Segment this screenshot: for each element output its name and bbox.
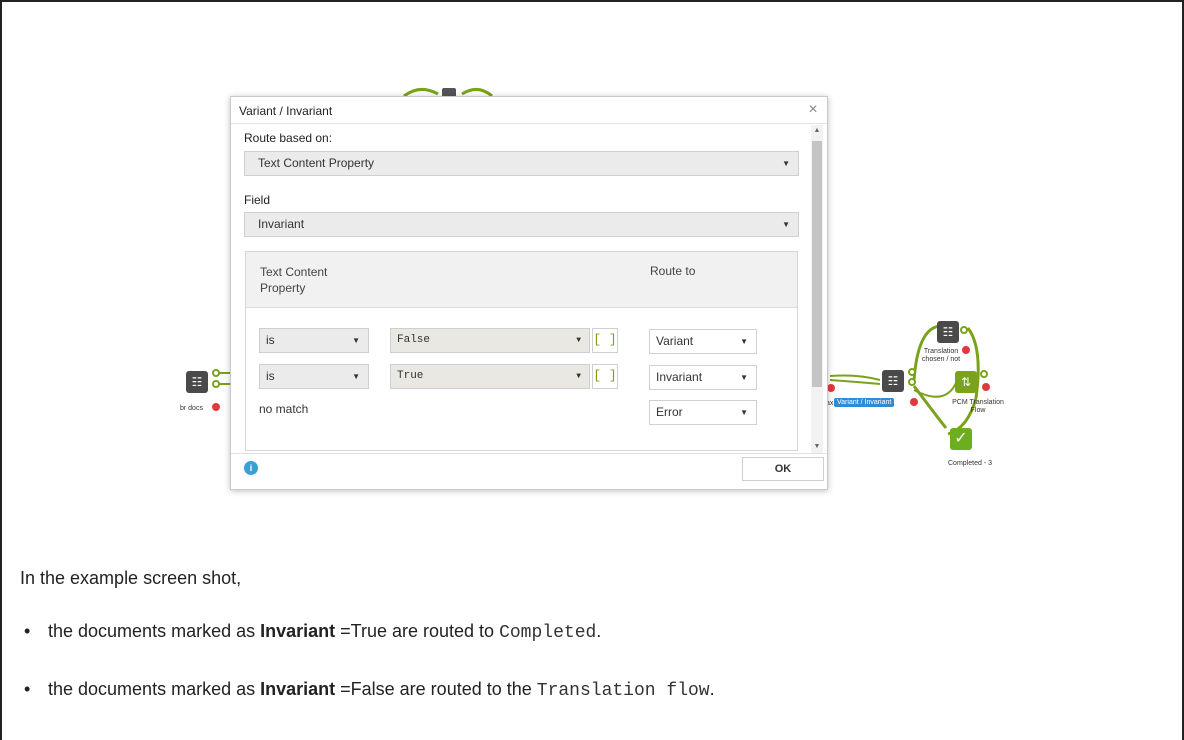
completed-check-icon[interactable]: ✓ <box>950 428 972 450</box>
rules-table-header: Text Content Property Route to <box>246 252 797 308</box>
rule-1-value-select[interactable]: False ▼ <box>390 328 590 353</box>
rule-1-route-select[interactable]: Variant ▼ <box>649 329 757 354</box>
field-value: Invariant <box>258 217 305 231</box>
rule-1-brackets-button[interactable]: [ ] <box>592 328 618 353</box>
pcm-translation-label: PCM Translation Flow <box>952 399 1004 414</box>
bullet-1-post: . <box>596 621 602 641</box>
pcm-translation-node[interactable]: ⇅ <box>955 371 977 393</box>
rule-2-brackets-button[interactable]: [ ] <box>592 364 618 389</box>
bullet-icon: • <box>24 679 31 699</box>
info-icon[interactable]: i <box>244 461 258 475</box>
bullet-1-code: Completed <box>499 623 597 643</box>
bullet-2-mid: =False are routed to the <box>335 679 537 699</box>
bullet-2-code: Translation flow <box>536 681 710 701</box>
translation-chosen-label: Translation chosen / not <box>921 348 961 363</box>
chevron-down-icon: ▼ <box>576 336 581 345</box>
route-based-on-value: Text Content Property <box>258 156 375 170</box>
bullet-icon: • <box>24 621 31 641</box>
variant-invariant-dialog: Variant / Invariant × ▲ ▼ Route based on… <box>230 96 828 490</box>
pcm-node-port[interactable] <box>980 370 988 378</box>
translation-chosen-node[interactable]: ☷ <box>937 321 959 343</box>
ok-button[interactable]: OK <box>742 457 824 481</box>
bullet-2-pre: the documents marked as <box>48 679 261 699</box>
footer-divider <box>231 453 827 454</box>
chevron-down-icon: ▼ <box>782 159 790 168</box>
header-text-content-property: Text Content Property <box>260 265 328 295</box>
completed-label: Completed - 3 <box>948 460 992 467</box>
rule-2-value-select[interactable]: True ▼ <box>390 364 590 389</box>
rule-2-route-value: Invariant <box>656 370 703 384</box>
chevron-down-icon: ▼ <box>352 336 360 345</box>
rule-2-operator-select[interactable]: is ▼ <box>259 364 369 389</box>
rule-1-route-value: Variant <box>656 334 694 348</box>
no-match-route-select[interactable]: Error ▼ <box>649 400 757 425</box>
chevron-down-icon: ▼ <box>576 372 581 381</box>
intro-text: In the example screen shot, <box>20 568 242 588</box>
chevron-down-icon: ▼ <box>740 408 748 417</box>
close-icon[interactable]: × <box>805 102 821 119</box>
variant-node-label[interactable]: Variant / Invariant <box>834 398 895 407</box>
scroll-thumb[interactable] <box>812 141 822 387</box>
variant-node-error-port[interactable] <box>910 398 918 406</box>
no-match-label: no match <box>259 402 309 416</box>
left-node-label: br docs <box>180 405 203 412</box>
scroll-up-arrow-icon[interactable]: ▲ <box>811 125 823 137</box>
bullet-item-1: • the documents marked as Invariant =True… <box>24 621 601 643</box>
translation-node-port[interactable] <box>960 326 968 334</box>
left-workflow-node[interactable]: ☷ <box>186 371 208 393</box>
variant-node-port-1[interactable] <box>908 368 916 376</box>
left-node-error-port[interactable] <box>212 403 220 411</box>
rules-table: Text Content Property Route to is ▼ Fals… <box>245 251 798 451</box>
variant-invariant-node[interactable]: ☷ <box>882 370 904 392</box>
dialog-title: Variant / Invariant <box>239 104 333 118</box>
chevron-down-icon: ▼ <box>740 373 748 382</box>
header-route-to: Route to <box>650 264 696 278</box>
bullet-1-pre: the documents marked as <box>48 621 261 641</box>
no-match-route-value: Error <box>656 405 683 419</box>
rule-2-value: True <box>397 370 424 382</box>
bullet-item-2: • the documents marked as Invariant =Fals… <box>24 679 715 701</box>
chevron-down-icon: ▼ <box>740 337 748 346</box>
dialog-scrollbar[interactable]: ▲ ▼ <box>811 125 823 453</box>
pcm-node-error[interactable] <box>982 383 990 391</box>
field-select[interactable]: Invariant ▼ <box>244 212 799 237</box>
route-based-on-label: Route based on: <box>244 131 333 145</box>
rule-1-operator-value: is <box>266 333 275 347</box>
bullet-2-bold: Invariant <box>260 679 336 699</box>
right-workflow-connectors <box>829 324 980 436</box>
chevron-down-icon: ▼ <box>782 220 790 229</box>
variant-node-port-2[interactable] <box>908 378 916 386</box>
bullet-1-bold: Invariant <box>260 621 336 641</box>
rule-1-value: False <box>397 334 431 346</box>
chevron-down-icon: ▼ <box>352 372 360 381</box>
bullet-1-mid: =True are routed to <box>335 621 500 641</box>
bullet-2-post: . <box>709 679 715 699</box>
title-divider <box>231 123 827 124</box>
variant-node-input-error[interactable] <box>827 384 835 392</box>
rule-2-route-select[interactable]: Invariant ▼ <box>649 365 757 390</box>
route-based-on-select[interactable]: Text Content Property ▼ <box>244 151 799 176</box>
rule-1-operator-select[interactable]: is ▼ <box>259 328 369 353</box>
scroll-down-arrow-icon[interactable]: ▼ <box>811 441 823 453</box>
rule-2-operator-value: is <box>266 369 275 383</box>
field-label: Field <box>244 193 271 207</box>
